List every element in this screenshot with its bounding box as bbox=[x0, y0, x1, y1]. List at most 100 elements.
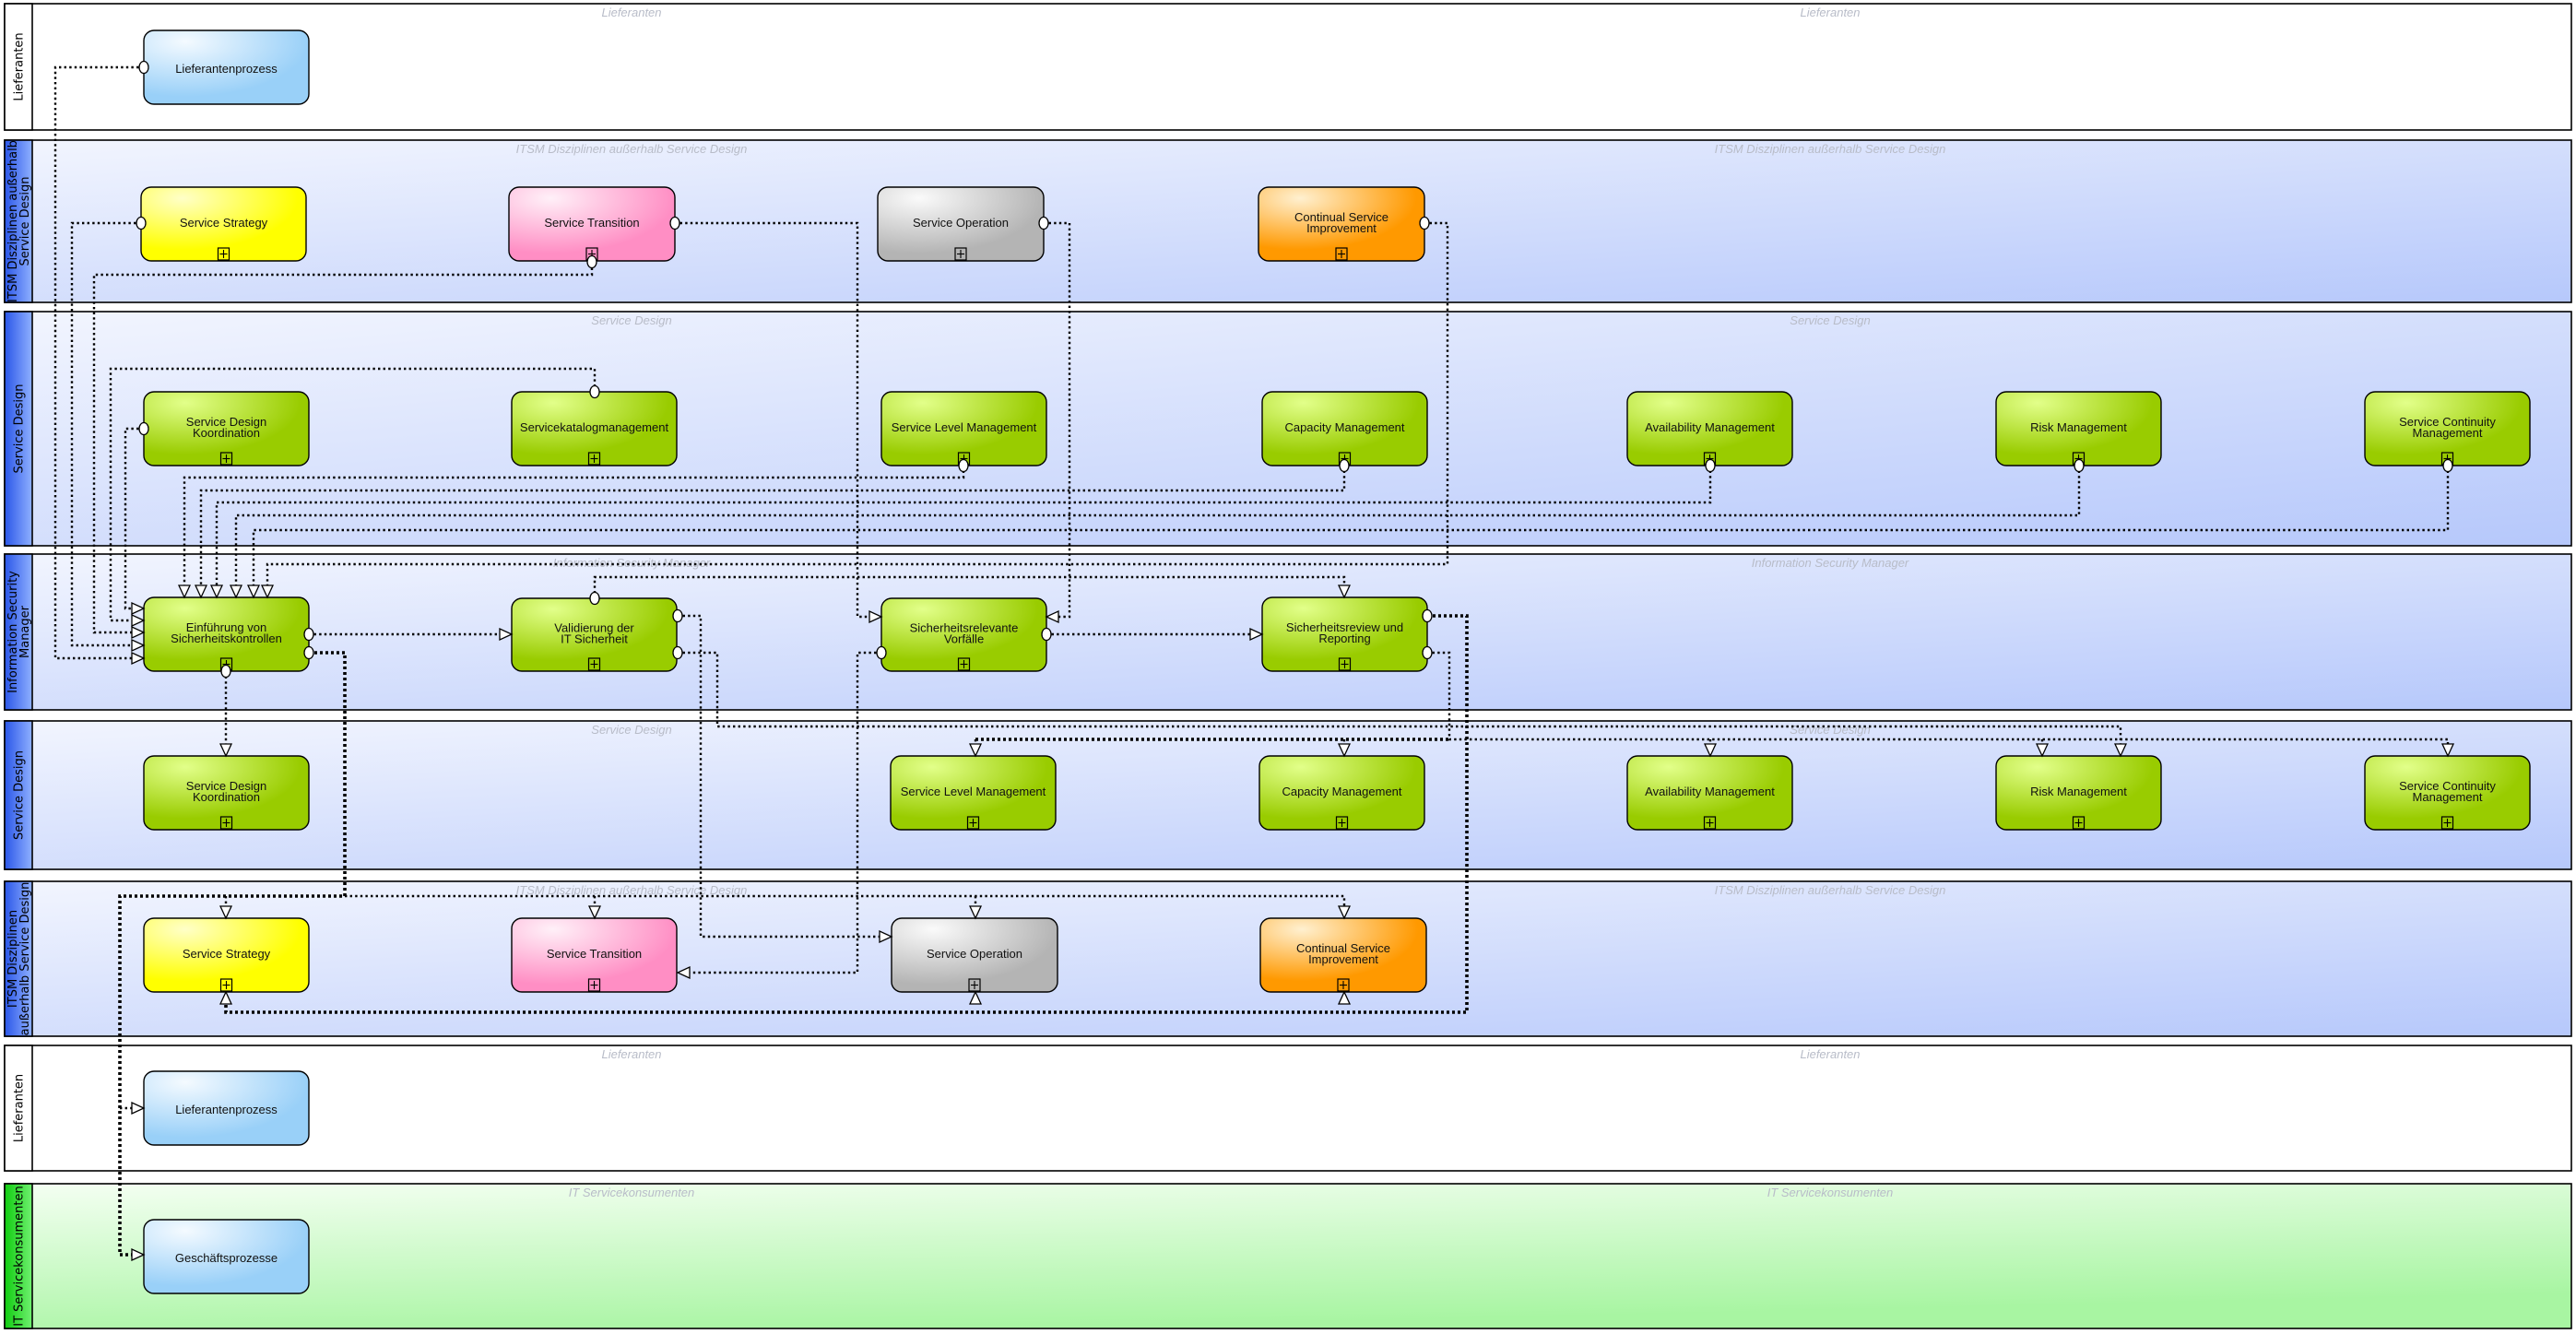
lane-watermark: Lieferanten bbox=[1800, 1047, 1860, 1061]
process-node-geschäftsprozesse[interactable]: Geschäftsprozesse bbox=[143, 1219, 310, 1294]
process-node-service-design-koordination[interactable]: Service Design Koordination bbox=[143, 391, 310, 466]
process-node-service-level-management[interactable]: Service Level Management bbox=[890, 755, 1057, 831]
lane-watermark: Lieferanten bbox=[601, 6, 661, 19]
lane-title: Service Design bbox=[13, 750, 27, 840]
process-node-label: Geschäftsprozesse bbox=[175, 1251, 278, 1265]
process-node-label: Einführung von Sicherheitskontrollen bbox=[171, 620, 282, 645]
process-node-label: Service Continuity Management bbox=[2399, 415, 2496, 440]
lane-watermark: IT Servicekonsumenten bbox=[1767, 1186, 1894, 1199]
process-node-label: Risk Management bbox=[2030, 420, 2127, 434]
process-node-label: Service Design Koordination bbox=[186, 779, 266, 804]
process-node-service-strategy[interactable]: Service Strategy bbox=[143, 917, 310, 993]
process-node-continual-service-improvement[interactable]: Continual Service Improvement bbox=[1259, 917, 1427, 993]
lane-watermark: Service Design bbox=[1790, 313, 1870, 327]
lane-watermark: ITSM Disziplinen außerhalb Service Desig… bbox=[516, 883, 748, 897]
lane-title: Service Design bbox=[13, 384, 27, 473]
connector-port-icon bbox=[138, 421, 149, 436]
process-node-label: Validierung der IT Sicherheit bbox=[554, 621, 634, 646]
process-node-label: Service Design Koordination bbox=[186, 415, 266, 440]
process-node-continual-service-improvement[interactable]: Continual Service Improvement bbox=[1258, 186, 1425, 262]
process-node-label: Risk Management bbox=[2030, 785, 2127, 798]
lane-watermark: Lieferanten bbox=[601, 1047, 661, 1061]
process-node-label: Service Operation bbox=[927, 947, 1022, 961]
process-node-risk-management[interactable]: Risk Management bbox=[1995, 391, 2162, 466]
process-node-sicherheitsrelevante-vorfälle[interactable]: Sicherheitsrelevante Vorfälle bbox=[880, 597, 1047, 672]
process-node-service-design-koordination[interactable]: Service Design Koordination bbox=[143, 755, 310, 831]
process-node-service-strategy[interactable]: Service Strategy bbox=[140, 186, 307, 262]
process-node-service-transition[interactable]: Service Transition bbox=[508, 186, 676, 262]
process-node-service-continuity-management[interactable]: Service Continuity Management bbox=[2364, 391, 2531, 466]
lane-watermark: Lieferanten bbox=[1800, 6, 1860, 19]
process-node-servicekatalogmanagement[interactable]: Servicekatalogmanagement bbox=[511, 391, 678, 466]
process-node-label: Capacity Management bbox=[1284, 420, 1404, 434]
connector-port-icon bbox=[1422, 608, 1433, 623]
lane-watermark: Service Design bbox=[591, 313, 671, 327]
lane-title: IT Servicekonsumenten bbox=[13, 1186, 27, 1326]
process-node-label: Lieferantenprozess bbox=[175, 1103, 278, 1116]
process-node-availability-management[interactable]: Availability Management bbox=[1626, 391, 1793, 466]
process-node-einführung-von-sicherheitskontrollen[interactable]: Einführung von Sicherheitskontrollen bbox=[143, 596, 310, 672]
connector-port-icon bbox=[669, 216, 680, 230]
process-node-label: Service Continuity Management bbox=[2399, 779, 2496, 804]
connector-port-icon bbox=[138, 60, 149, 75]
process-node-label: Service Transition bbox=[547, 947, 642, 961]
process-node-service-continuity-management[interactable]: Service Continuity Management bbox=[2364, 755, 2531, 831]
process-node-label: Lieferantenprozess bbox=[175, 62, 278, 76]
process-node-validierung-der-it-sicherheit[interactable]: Validierung der IT Sicherheit bbox=[511, 597, 678, 672]
swimlane-8: IT Servicekonsumenten IT Servicekonsument… bbox=[4, 1183, 2572, 1329]
process-node-label: Service Level Management bbox=[892, 420, 1037, 434]
connector-port-icon bbox=[303, 645, 314, 660]
connector-port-icon bbox=[1419, 216, 1430, 230]
connector-port-icon bbox=[958, 458, 969, 473]
process-node-service-level-management[interactable]: Service Level Management bbox=[880, 391, 1047, 466]
connector-port-icon bbox=[1041, 627, 1052, 642]
connector-port-icon bbox=[1705, 458, 1716, 473]
process-node-label: Continual Service Improvement bbox=[1294, 210, 1388, 235]
process-node-lieferantenprozess[interactable]: Lieferantenprozess bbox=[143, 30, 310, 105]
process-node-sicherheitsreview-und-reporting[interactable]: Sicherheitsreview und Reporting bbox=[1261, 596, 1428, 672]
process-node-label: Continual Service Improvement bbox=[1296, 941, 1390, 966]
process-node-risk-management[interactable]: Risk Management bbox=[1995, 755, 2162, 831]
process-node-label: Service Operation bbox=[913, 216, 1009, 230]
connector-port-icon bbox=[672, 608, 683, 623]
lane-body bbox=[4, 1045, 2572, 1172]
lane-watermark: Service Design bbox=[591, 723, 671, 737]
connector-port-icon bbox=[586, 254, 597, 269]
process-node-availability-management[interactable]: Availability Management bbox=[1626, 755, 1793, 831]
swimlane-diagram: Lieferanten Lieferanten Lieferanten ITSM Di… bbox=[4, 3, 2572, 1329]
connector-port-icon bbox=[1038, 216, 1049, 230]
connector-port-icon bbox=[303, 627, 314, 642]
lane-watermark: Information Security Manager bbox=[1752, 556, 1909, 570]
connector-port-icon bbox=[1339, 458, 1350, 473]
process-node-label: Service Transition bbox=[544, 216, 639, 230]
connector-port-icon bbox=[589, 384, 600, 399]
lane-watermark: Service Design bbox=[1790, 723, 1870, 737]
connector-port-icon bbox=[589, 591, 600, 606]
process-node-capacity-management[interactable]: Capacity Management bbox=[1258, 755, 1425, 831]
connector-port-icon bbox=[672, 645, 683, 660]
lane-watermark: ITSM Disziplinen außerhalb Service Desig… bbox=[1715, 142, 1946, 156]
lane-title: Lieferanten bbox=[13, 32, 27, 100]
process-node-label: Availability Management bbox=[1645, 785, 1775, 798]
lane-title: Lieferanten bbox=[13, 1074, 27, 1142]
process-node-label: Service Strategy bbox=[183, 947, 271, 961]
process-node-service-operation[interactable]: Service Operation bbox=[877, 186, 1045, 262]
process-node-label: Service Strategy bbox=[180, 216, 268, 230]
connector-port-icon bbox=[1422, 645, 1433, 660]
process-node-service-operation[interactable]: Service Operation bbox=[891, 917, 1058, 993]
process-node-service-transition[interactable]: Service Transition bbox=[511, 917, 678, 993]
connector-port-icon bbox=[220, 664, 231, 679]
swimlane-1: Lieferanten Lieferanten Lieferanten bbox=[4, 3, 2572, 131]
swimlane-7: Lieferanten Lieferanten Lieferanten bbox=[4, 1045, 2572, 1172]
lane-watermark: Information Security Manager bbox=[553, 556, 711, 570]
process-node-label: Availability Management bbox=[1645, 420, 1775, 434]
connector-port-icon bbox=[136, 216, 147, 230]
lane-body bbox=[4, 3, 2572, 131]
process-node-capacity-management[interactable]: Capacity Management bbox=[1261, 391, 1428, 466]
lane-body bbox=[4, 1183, 2572, 1329]
connector-port-icon bbox=[876, 645, 887, 660]
lane-watermark: IT Servicekonsumenten bbox=[569, 1186, 695, 1199]
lane-watermark: ITSM Disziplinen außerhalb Service Desig… bbox=[516, 142, 748, 156]
process-node-label: Capacity Management bbox=[1282, 785, 1401, 798]
process-node-lieferantenprozess[interactable]: Lieferantenprozess bbox=[143, 1070, 310, 1146]
